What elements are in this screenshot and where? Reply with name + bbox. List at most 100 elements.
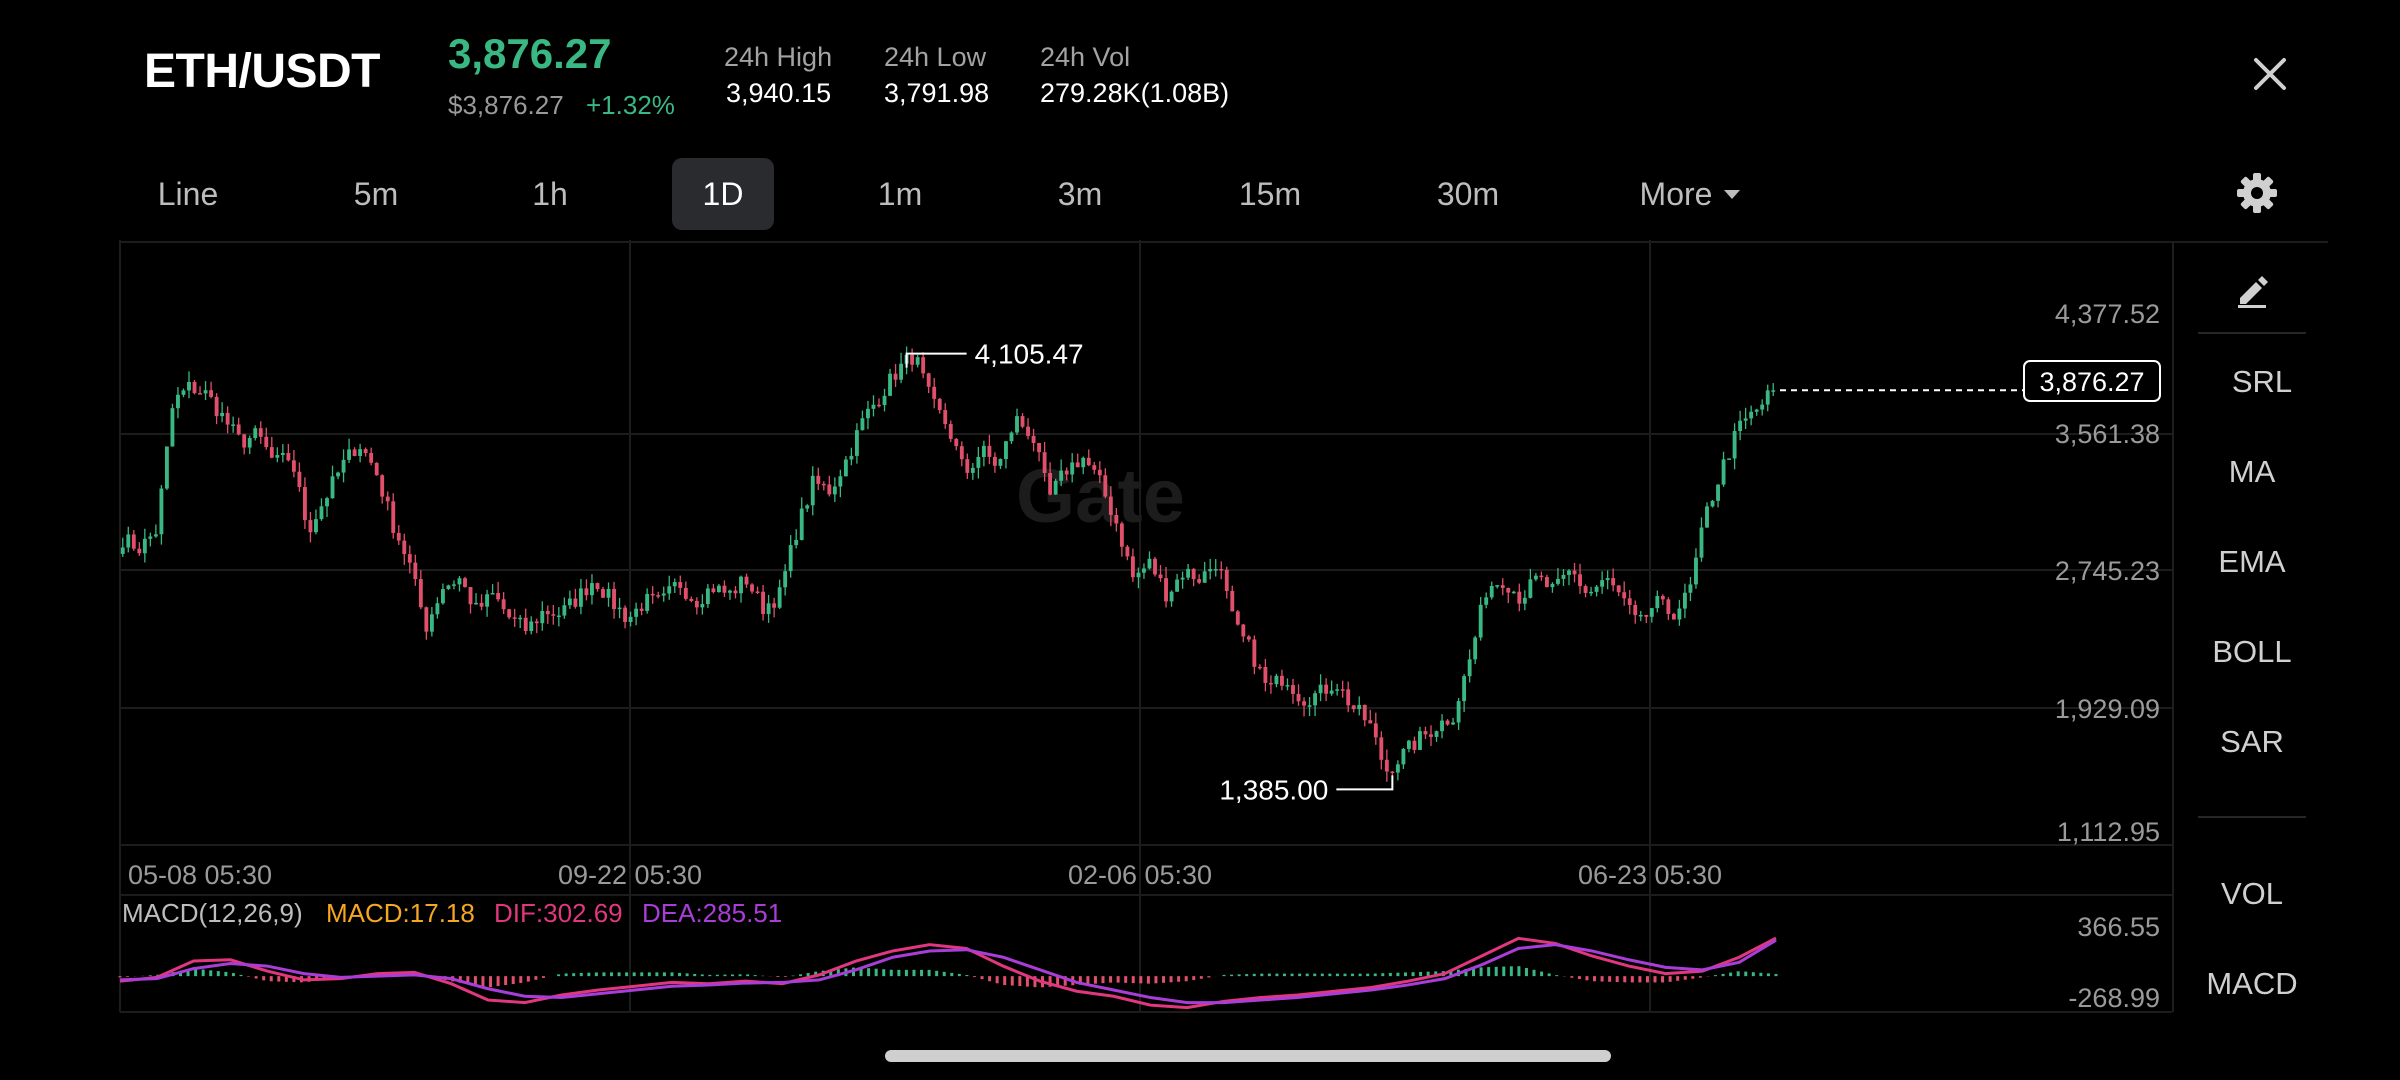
candle-body — [496, 593, 501, 600]
candle-body — [1754, 409, 1759, 412]
candle-body — [573, 598, 578, 607]
candle-body — [297, 471, 302, 488]
candle-body — [794, 539, 799, 546]
macd-params-label: MACD(12,26,9) — [122, 898, 303, 928]
candle-body — [1605, 578, 1610, 581]
candle-body — [1771, 390, 1776, 392]
candle-body — [1765, 390, 1770, 405]
settings-button[interactable] — [2232, 168, 2282, 218]
candle-body — [1263, 666, 1268, 683]
candle-body — [1682, 592, 1687, 609]
candle-body — [799, 508, 804, 540]
candle-body — [1583, 586, 1588, 593]
draw-tool-button[interactable] — [2174, 272, 2330, 316]
candle-body — [1219, 568, 1224, 571]
candle-body — [650, 593, 655, 596]
candle-body — [772, 603, 777, 608]
price-tick: 1,929.09 — [2055, 694, 2160, 724]
indicator-ema[interactable]: EMA — [2174, 544, 2330, 580]
indicator-macd[interactable]: MACD — [2174, 966, 2330, 1002]
tab-1h[interactable]: 1h — [510, 158, 590, 230]
candle-body — [1064, 470, 1069, 475]
candle-body — [1026, 426, 1030, 436]
tab-1m[interactable]: 1m — [860, 158, 940, 230]
indicator-ma[interactable]: MA — [2174, 454, 2330, 490]
candle-body — [1506, 587, 1511, 593]
close-icon — [2254, 58, 2286, 90]
candle-body — [1037, 443, 1042, 453]
indicator-boll[interactable]: BOLL — [2174, 634, 2330, 670]
candle-body — [1053, 480, 1058, 495]
candle-body — [407, 554, 412, 563]
candle-body — [1500, 585, 1505, 588]
candle-body — [131, 534, 136, 549]
candle-body — [1638, 614, 1643, 617]
candle-body — [1611, 578, 1616, 586]
candle-body — [1445, 720, 1450, 725]
candle-body — [319, 506, 324, 520]
indicator-vol[interactable]: VOL — [2174, 876, 2330, 912]
candle-body — [672, 582, 677, 587]
candle-body — [1108, 496, 1113, 515]
dif-value-label: DIF:302.69 — [494, 898, 623, 928]
low-marker-line — [1336, 775, 1394, 791]
candle-body — [1561, 574, 1566, 579]
candle-body — [269, 447, 274, 458]
candle-body — [998, 458, 1003, 466]
close-button[interactable] — [2240, 44, 2300, 104]
candle-body — [534, 621, 539, 624]
candle-body — [247, 438, 252, 448]
candle-body — [314, 519, 318, 533]
candle-body — [926, 373, 931, 387]
candle-body — [336, 472, 340, 477]
home-indicator[interactable] — [885, 1050, 1611, 1062]
candle-body — [1556, 578, 1560, 584]
candle-body — [1550, 583, 1555, 588]
candle-body — [932, 386, 937, 399]
candle-body — [126, 534, 131, 548]
candle-body — [1489, 586, 1494, 598]
candle-body — [374, 462, 379, 476]
candle-body — [1429, 734, 1433, 737]
candle-body — [231, 424, 236, 426]
candle-body — [1070, 462, 1075, 475]
more-dropdown[interactable]: More — [1626, 158, 1756, 230]
tab-15m[interactable]: 15m — [1220, 158, 1320, 230]
candle-body — [733, 590, 738, 594]
price-chart[interactable]: Gate 4,377.52 3,561.38 2,745.23 1,929.09… — [0, 240, 2172, 1020]
candle-body — [634, 608, 639, 617]
candle-body — [976, 457, 981, 468]
candle-body — [1059, 470, 1064, 481]
candle-body — [661, 593, 666, 596]
candle-body — [529, 621, 534, 632]
candle-body — [590, 583, 594, 596]
tab-5m[interactable]: 5m — [336, 158, 416, 230]
candle-body — [1528, 579, 1533, 598]
candle-body — [987, 445, 992, 457]
candle-body — [606, 588, 611, 598]
candle-body — [1666, 599, 1671, 614]
candle-body — [1114, 514, 1119, 524]
macd-value-label: MACD:17.18 — [326, 898, 475, 928]
tab-1d[interactable]: 1D — [672, 158, 774, 230]
candle-body — [1705, 506, 1709, 528]
tab-3m[interactable]: 3m — [1040, 158, 1120, 230]
indicator-srl[interactable]: SRL — [2184, 364, 2340, 400]
candle-body — [385, 496, 390, 502]
candle-body — [468, 587, 473, 605]
candle-body — [766, 603, 771, 615]
candle-body — [198, 393, 202, 395]
indicator-sar[interactable]: SAR — [2174, 724, 2330, 760]
candle-body — [1578, 574, 1582, 587]
candle-body — [1313, 693, 1318, 706]
tab-30m[interactable]: 30m — [1418, 158, 1518, 230]
tab-line[interactable]: Line — [140, 158, 236, 230]
candle-body — [1627, 598, 1632, 605]
candle-body — [153, 534, 158, 537]
candle-body — [1727, 458, 1732, 460]
candle-body — [1738, 420, 1743, 432]
candle-body — [380, 475, 385, 497]
candle-body — [501, 599, 506, 610]
candle-body — [843, 459, 848, 477]
time-tick: 02-06 05:30 — [1068, 860, 1212, 890]
